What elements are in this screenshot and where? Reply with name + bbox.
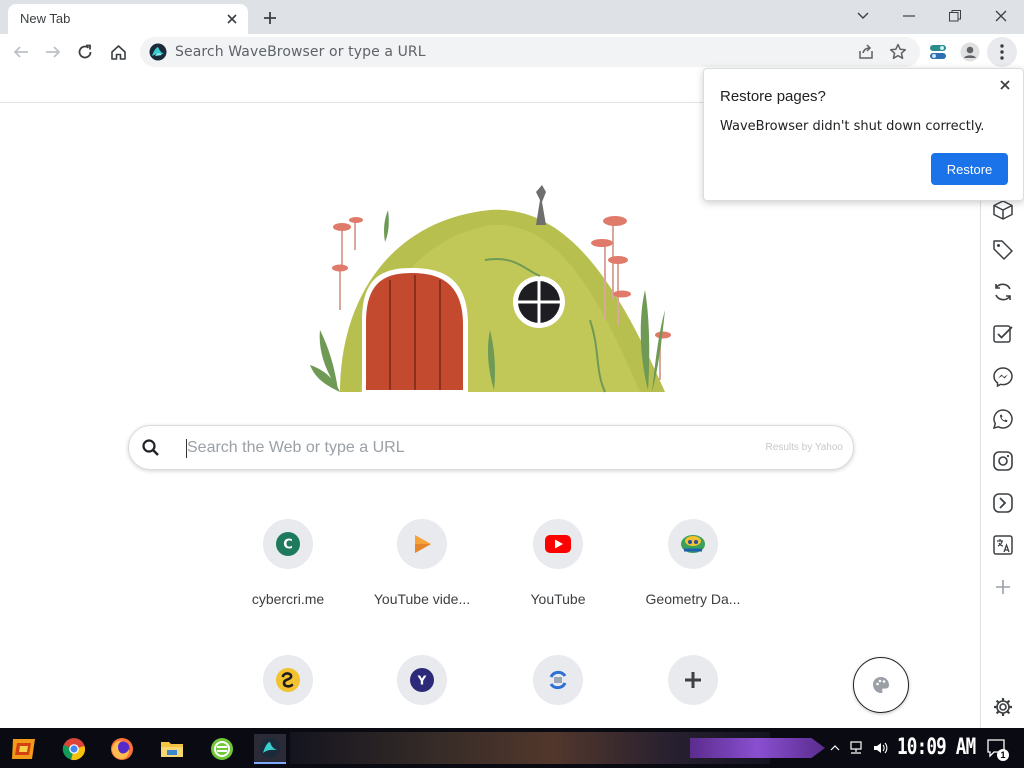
hobbit-house-illustration — [300, 180, 685, 395]
wavebrowser-logo-icon — [149, 43, 167, 61]
restore-window-button[interactable] — [933, 2, 977, 30]
tray-chevron-icon[interactable] — [826, 740, 844, 756]
home-button[interactable] — [103, 37, 133, 67]
shortcut-tile[interactable]: C cybercri.me — [232, 519, 344, 619]
chrome-icon[interactable] — [58, 734, 90, 764]
refresh-favicon-icon — [533, 655, 583, 705]
messenger-icon[interactable] — [990, 364, 1016, 390]
sync-icon[interactable] — [990, 279, 1016, 305]
dialog-message: WaveBrowser didn't shut down correctly. — [720, 119, 985, 134]
close-icon[interactable] — [995, 75, 1015, 95]
palette-icon — [873, 677, 889, 693]
taskbar-clock[interactable]: 10:09 AM — [897, 735, 976, 760]
whatsapp-icon[interactable] — [990, 406, 1016, 432]
tab-strip: New Tab — [0, 0, 1024, 34]
cybercrime-favicon-icon: C — [263, 519, 313, 569]
file-explorer-icon[interactable] — [156, 734, 188, 764]
shortcut-tile[interactable]: YouTube — [502, 519, 614, 619]
shortcut-label: YouTube — [530, 591, 586, 607]
shortcut-label: Geometry Da... — [645, 591, 741, 607]
network-icon[interactable] — [847, 740, 865, 756]
close-window-button[interactable] — [979, 2, 1023, 30]
toolbar: Search WaveBrowser or type a URL — [0, 34, 1024, 72]
shortcut-label: cybercri.me — [251, 591, 325, 607]
dialog-title: Restore pages? — [720, 88, 826, 105]
search-provider-label: Results by Yahoo — [765, 442, 843, 453]
wavebrowser-taskbar-icon[interactable] — [254, 734, 286, 764]
address-bar[interactable]: Search WaveBrowser or type a URL — [140, 37, 920, 67]
volume-icon[interactable] — [871, 740, 889, 756]
youtube-video-favicon-icon — [397, 519, 447, 569]
y-favicon-icon: Y — [397, 655, 447, 705]
web-search-box[interactable]: Search the Web or type a URL Results by … — [128, 425, 854, 470]
tab-new-tab[interactable]: New Tab — [8, 4, 248, 34]
firefox-icon[interactable] — [106, 734, 138, 764]
wave-icon[interactable] — [990, 490, 1016, 516]
add-icon[interactable] — [990, 574, 1016, 600]
settings-icon[interactable] — [990, 694, 1016, 720]
restore-pages-dialog: Restore pages? WaveBrowser didn't shut d… — [703, 68, 1024, 201]
taskbar-decoration — [690, 738, 825, 758]
tag-icon[interactable] — [990, 237, 1016, 263]
start-button-icon[interactable] — [8, 734, 40, 764]
forward-button[interactable] — [38, 37, 68, 67]
bookmark-star-icon[interactable] — [888, 42, 908, 62]
notification-center-icon[interactable]: 1 — [985, 738, 1009, 761]
customize-palette-button[interactable] — [853, 657, 909, 713]
green-app-icon[interactable] — [206, 734, 238, 764]
add-shortcut-icon — [668, 655, 718, 705]
back-button[interactable] — [6, 37, 36, 67]
close-tab-icon[interactable] — [222, 9, 242, 29]
windows-taskbar: 10:09 AM 1 — [0, 728, 1024, 768]
yellow-snake-favicon-icon — [263, 655, 313, 705]
shortcut-tile[interactable]: Geometry Da... — [637, 519, 749, 619]
profile-avatar-icon[interactable] — [955, 37, 985, 67]
svg-text:Y: Y — [417, 674, 427, 688]
youtube-favicon-icon — [533, 519, 583, 569]
extensions-icon[interactable] — [923, 37, 953, 67]
share-icon[interactable] — [856, 42, 876, 62]
search-placeholder: Search the Web or type a URL — [187, 439, 405, 456]
search-icon — [141, 438, 161, 458]
new-tab-button[interactable] — [258, 6, 282, 30]
reload-button[interactable] — [70, 37, 100, 67]
svg-text:C: C — [283, 538, 293, 553]
minimize-button[interactable] — [887, 2, 931, 30]
tab-search-chevron-icon[interactable] — [841, 2, 885, 30]
notification-count: 1 — [997, 749, 1009, 761]
translate-icon[interactable] — [990, 532, 1016, 558]
shortcut-label: YouTube vide... — [373, 591, 471, 607]
checklist-icon[interactable] — [990, 321, 1016, 347]
menu-kebab-icon[interactable] — [987, 37, 1017, 67]
address-bar-placeholder: Search WaveBrowser or type a URL — [175, 44, 426, 60]
geometry-dash-favicon-icon — [668, 519, 718, 569]
shortcut-tile[interactable]: YouTube vide... — [366, 519, 478, 619]
instagram-icon[interactable] — [990, 448, 1016, 474]
restore-button[interactable]: Restore — [931, 153, 1008, 185]
tab-title: New Tab — [20, 11, 71, 26]
